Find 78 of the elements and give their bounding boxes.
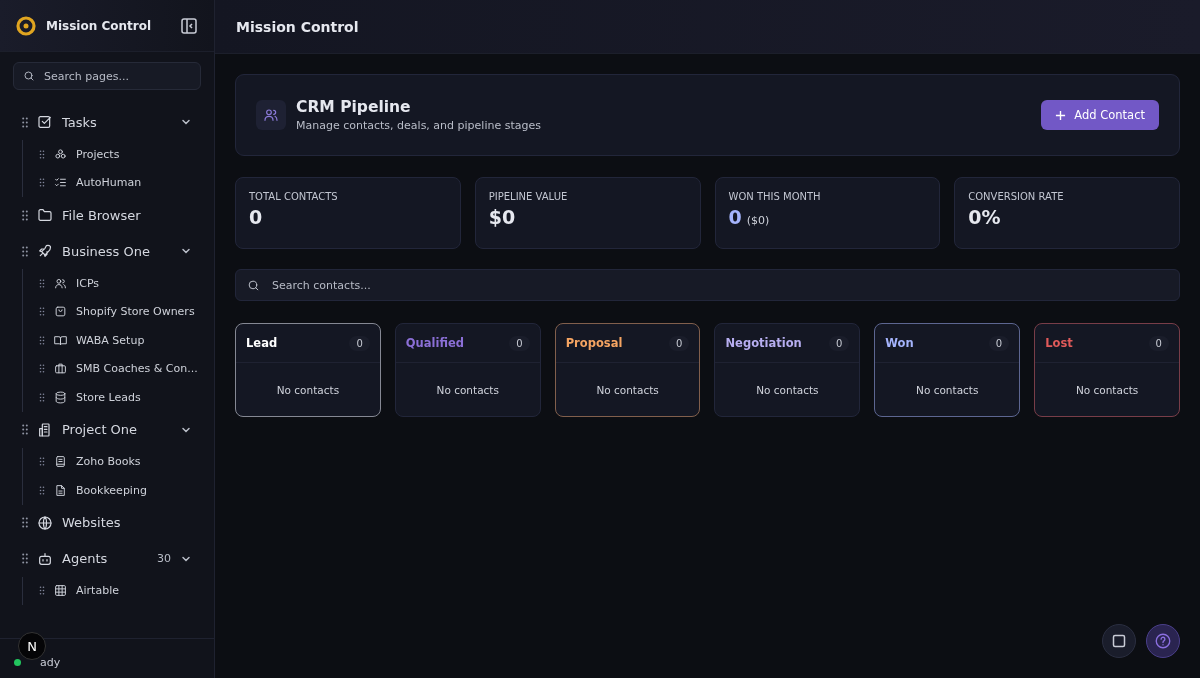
rocket-icon	[37, 243, 53, 259]
nav-item[interactable]: File Browser	[22, 197, 192, 233]
stat-card: TOTAL CONTACTS 0	[235, 177, 461, 249]
nav-subitem[interactable]: SMB Coaches & Con...	[39, 354, 198, 383]
globe-icon	[37, 514, 53, 531]
grid-icon	[54, 584, 67, 598]
drag-handle-icon[interactable]	[39, 335, 45, 345]
drag-handle-icon[interactable]	[39, 149, 45, 159]
page-subtitle: Manage contacts, deals, and pipeline stages	[296, 119, 542, 132]
nav-subitem[interactable]: Airtable	[39, 576, 119, 605]
dev-badge[interactable]: N	[18, 632, 46, 660]
book-icon	[54, 333, 67, 347]
drag-handle-icon[interactable]	[39, 457, 45, 467]
stage-column: Lead 0 No contacts	[235, 323, 381, 417]
nav-subitem[interactable]: Shopify Store Owners	[39, 297, 195, 326]
panel-button[interactable]	[1102, 624, 1136, 658]
nav-subitem[interactable]: Zoho Books	[39, 447, 141, 476]
help-button[interactable]	[1146, 624, 1180, 658]
sidebar-toggle-icon[interactable]	[180, 16, 198, 35]
stage-column: Negotiation 0 No contacts	[714, 323, 861, 417]
help-icon	[1154, 632, 1172, 650]
stage-column: Qualified 0 No contacts	[394, 323, 541, 417]
search-field[interactable]: Search pages...	[42, 68, 191, 84]
drag-handle-icon[interactable]	[39, 392, 45, 402]
nav-item[interactable]: Websites	[22, 504, 192, 541]
stat-card: PIPELINE VALUE $0	[474, 177, 701, 249]
nav-item[interactable]: Tasks	[22, 104, 192, 140]
drag-handle-icon[interactable]	[22, 424, 28, 435]
people-icon	[263, 107, 279, 123]
checkbox-icon	[37, 114, 53, 130]
nav-item[interactable]: Business One	[22, 233, 192, 269]
add-contact-button[interactable]: Add Contact	[1041, 100, 1159, 130]
bag-icon	[54, 305, 67, 319]
drag-handle-icon[interactable]	[39, 364, 45, 374]
robot-icon	[37, 550, 53, 567]
nav-subitem[interactable]: ICPs	[39, 269, 100, 298]
drag-handle-icon[interactable]	[22, 245, 28, 257]
page-title: CRM Pipeline	[296, 98, 412, 116]
nav-subitem[interactable]: Store Leads	[39, 383, 141, 412]
briefcase-icon	[54, 362, 67, 376]
nav-subitem[interactable]: WABA Setup	[39, 326, 145, 355]
nav-subitem[interactable]: AutoHuman	[39, 168, 142, 197]
plus-icon	[1055, 109, 1067, 121]
database-icon	[54, 390, 67, 404]
nav-item[interactable]: Agents 30	[22, 540, 192, 577]
drag-handle-icon[interactable]	[22, 116, 28, 128]
document-icon	[54, 483, 67, 497]
stat-card: WON THIS MONTH 0 ($0)	[714, 177, 941, 249]
page-header-title: Mission Control	[236, 18, 359, 35]
logo-icon	[16, 15, 36, 36]
contact-search-box[interactable]: Search contacts...	[235, 269, 1180, 301]
drag-handle-icon[interactable]	[39, 278, 45, 288]
drag-handle-icon[interactable]	[39, 485, 45, 495]
stack-icon	[54, 147, 67, 161]
people-icon	[54, 276, 67, 290]
search-icon	[247, 278, 260, 292]
stage-column: Proposal 0 No contacts	[554, 323, 701, 417]
search-box[interactable]: Search pages...	[13, 62, 201, 90]
drag-handle-icon[interactable]	[39, 307, 45, 317]
stat-card: CONVERSION RATE 0%	[954, 177, 1180, 249]
nav-subitem[interactable]: Bookkeeping	[39, 476, 147, 505]
drag-handle-icon[interactable]	[39, 586, 45, 596]
app-name: Mission Control	[46, 18, 153, 33]
folder-icon	[37, 207, 53, 223]
drag-handle-icon[interactable]	[22, 553, 28, 564]
item-count: 30	[157, 552, 171, 565]
nav-subitem[interactable]: Projects	[39, 140, 120, 169]
drag-handle-icon[interactable]	[39, 178, 45, 188]
square-icon	[1112, 634, 1126, 648]
contact-search-field[interactable]: Search contacts...	[270, 277, 1168, 293]
drag-handle-icon[interactable]	[22, 517, 28, 528]
search-icon	[23, 70, 35, 82]
building-icon	[37, 421, 53, 438]
notebook-icon	[54, 455, 67, 469]
stage-column: Lost 0 No contacts	[1034, 323, 1180, 417]
stage-column: Won 0 No contacts	[874, 323, 1021, 417]
nav-item[interactable]: Project One	[22, 411, 192, 448]
drag-handle-icon[interactable]	[22, 209, 28, 221]
